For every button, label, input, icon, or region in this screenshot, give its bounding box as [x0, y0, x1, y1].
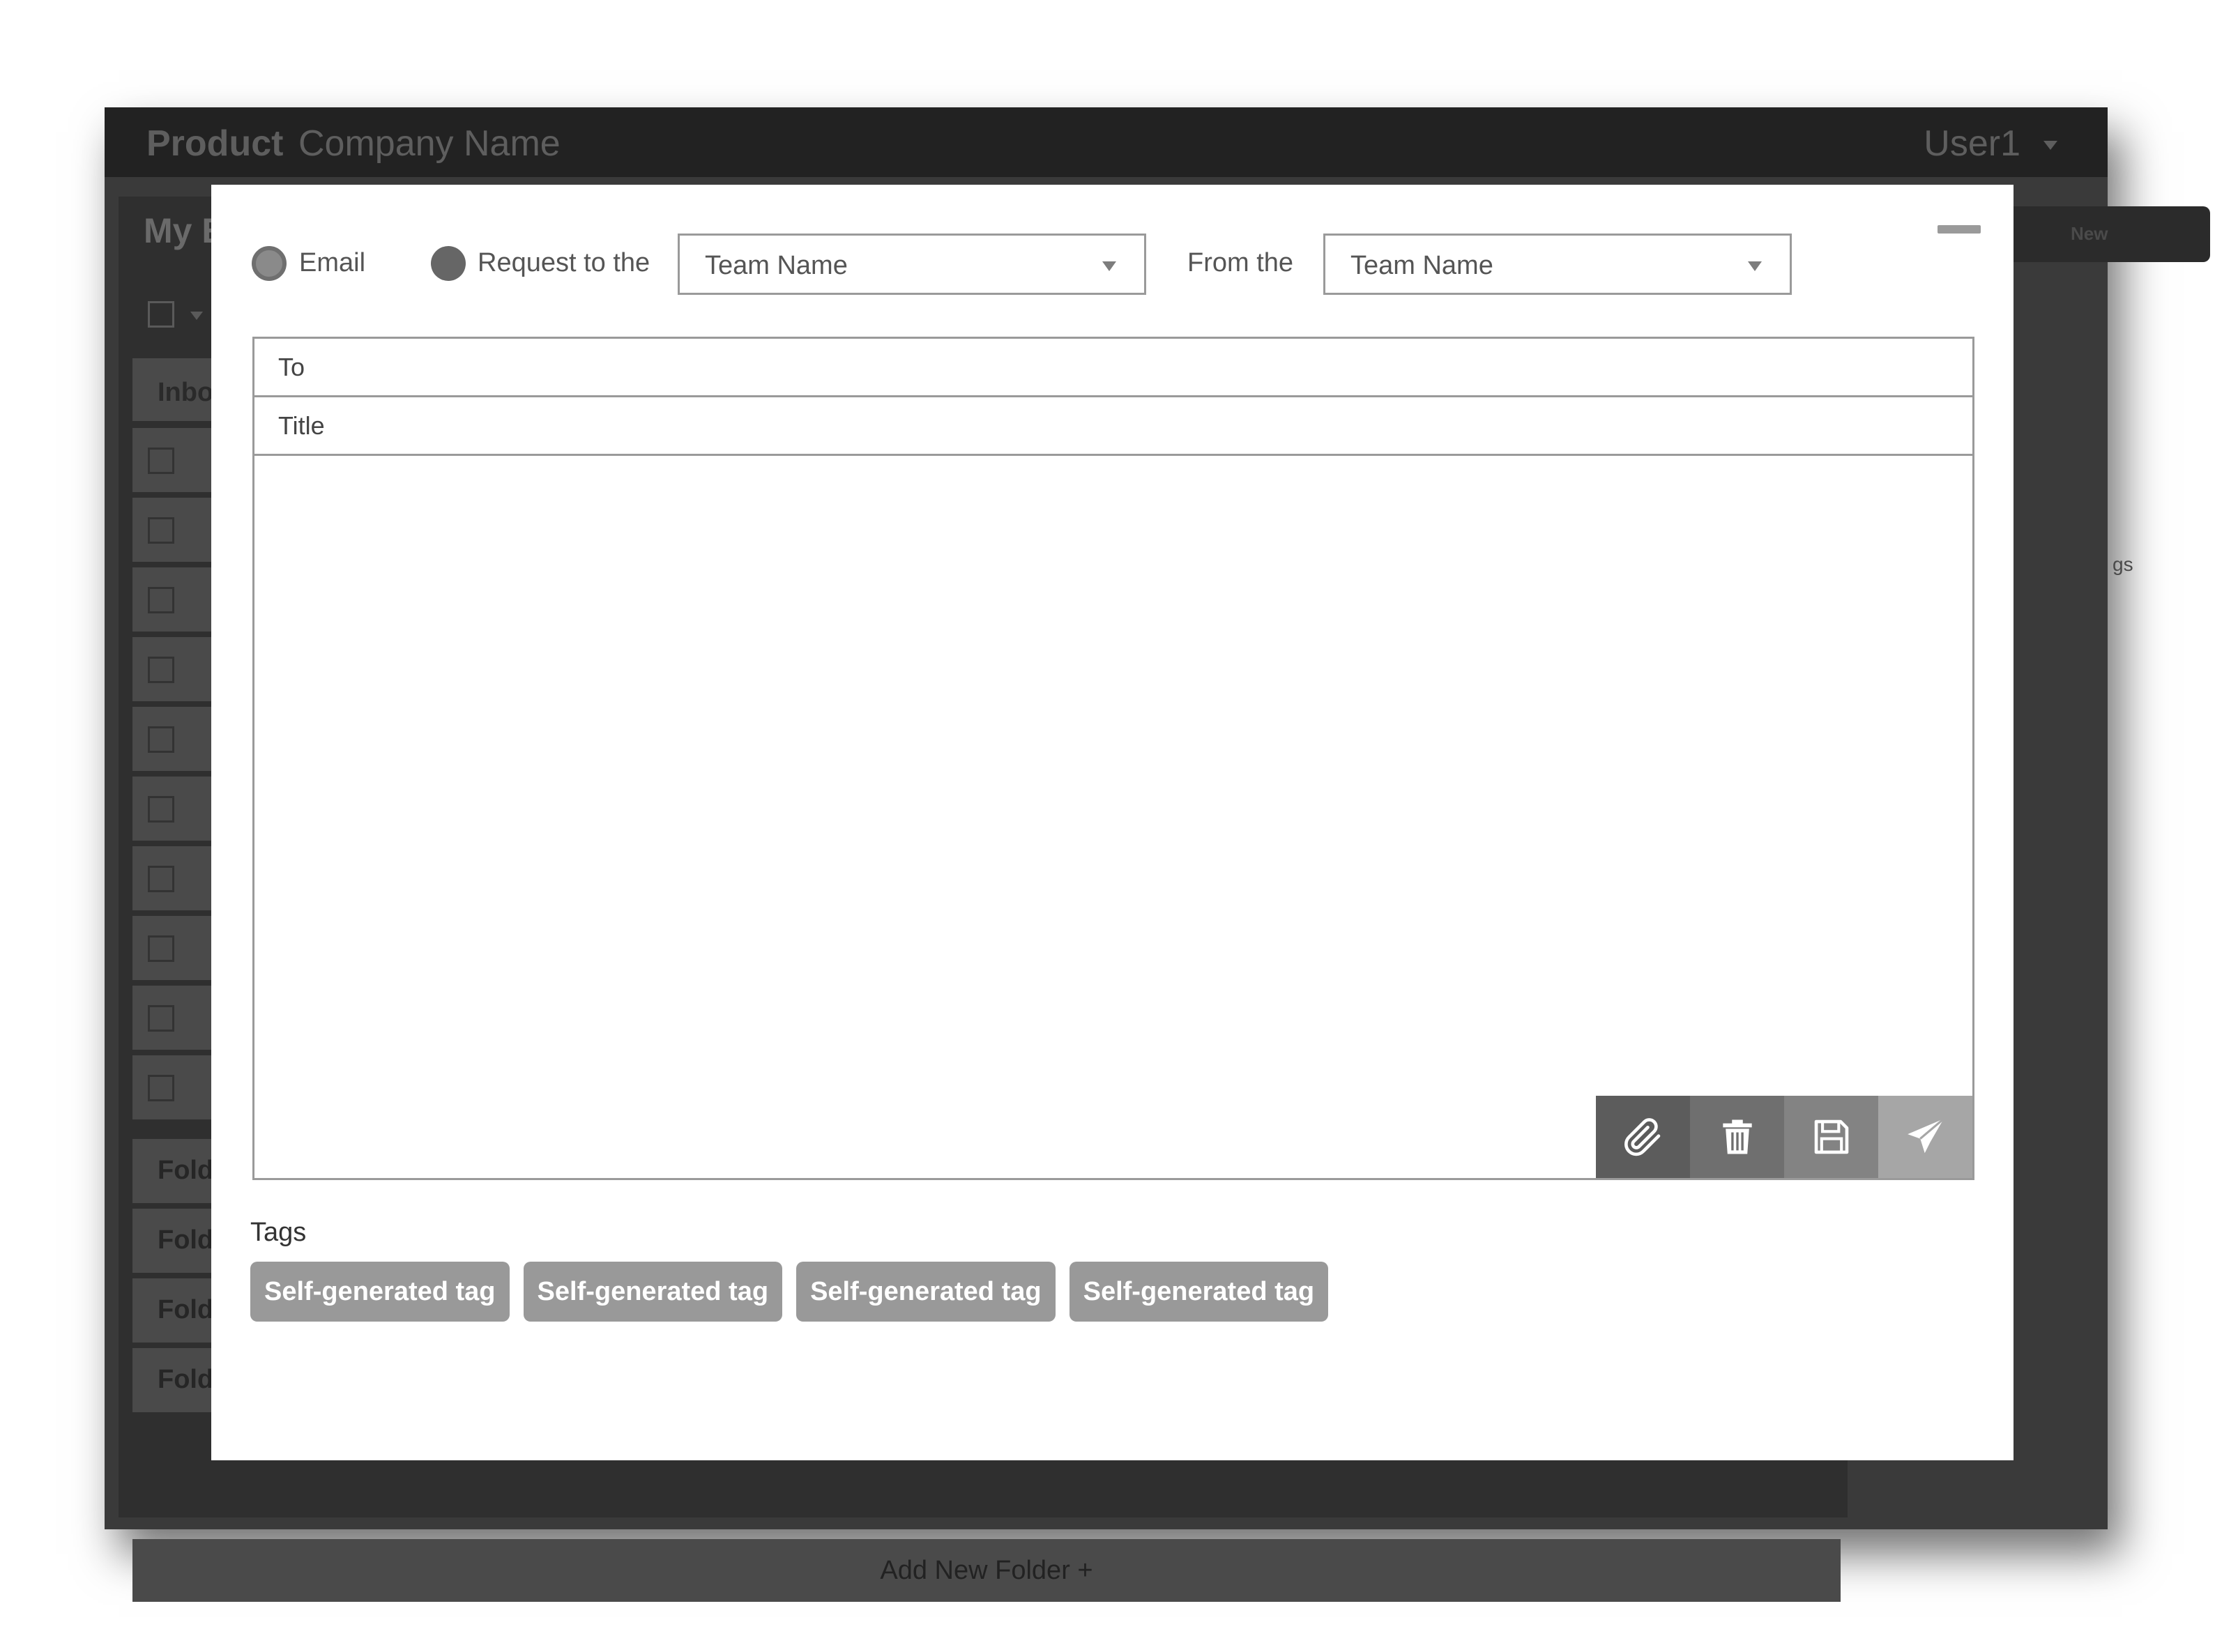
to-field[interactable]: [254, 339, 1972, 395]
title-row: [254, 397, 1972, 456]
request-radio[interactable]: [431, 246, 466, 281]
row-checkbox[interactable]: [148, 587, 174, 613]
chevron-down-icon: [1748, 261, 1762, 271]
floppy-disk-icon: [1814, 1119, 1848, 1154]
chevron-down-icon: [1102, 261, 1116, 271]
row-checkbox[interactable]: [148, 448, 174, 474]
tag-chip[interactable]: Self-generated tag: [250, 1262, 510, 1322]
row-checkbox[interactable]: [148, 866, 174, 892]
request-team-select[interactable]: Team Name: [678, 234, 1146, 295]
send-button[interactable]: [1878, 1096, 1972, 1178]
message-body[interactable]: [254, 456, 1972, 1178]
row-checkbox[interactable]: [148, 517, 174, 544]
title-field[interactable]: [254, 397, 1972, 454]
chevron-down-icon[interactable]: [2043, 141, 2057, 150]
email-radio[interactable]: [252, 246, 287, 281]
chevron-down-icon[interactable]: [190, 312, 203, 320]
tags-label: Tags: [250, 1218, 307, 1247]
row-checkbox[interactable]: [148, 1075, 174, 1101]
minimize-button[interactable]: [1938, 225, 1981, 234]
product-name: Product: [146, 123, 284, 164]
save-draft-button[interactable]: [1784, 1096, 1878, 1178]
trash-icon: [1722, 1119, 1752, 1154]
compose-area: [252, 337, 1974, 1180]
request-team-value: Team Name: [705, 251, 848, 280]
row-checkbox[interactable]: [148, 657, 174, 683]
row-checkbox[interactable]: [148, 726, 174, 753]
row-checkbox[interactable]: [148, 1005, 174, 1032]
add-new-folder-button[interactable]: Add New Folder +: [132, 1539, 1841, 1602]
compose-dialog: Email Request to the Team Name From the …: [211, 185, 2014, 1460]
tags-list: Self-generated tag Self-generated tag Se…: [250, 1262, 1329, 1322]
new-button[interactable]: New: [1987, 206, 2210, 262]
tag-chip[interactable]: Self-generated tag: [523, 1262, 783, 1322]
compose-toolbar: [1596, 1096, 1972, 1178]
row-checkbox[interactable]: [148, 935, 174, 962]
delete-button[interactable]: [1690, 1096, 1784, 1178]
request-radio-label: Request to the: [478, 248, 650, 277]
to-row: [254, 339, 1972, 397]
email-radio-label: Email: [299, 248, 366, 277]
select-all-checkbox[interactable]: [148, 301, 174, 328]
paperclip-icon: [1624, 1118, 1660, 1156]
tag-chip[interactable]: Self-generated tag: [1069, 1262, 1329, 1322]
tags-heading: gs: [2113, 553, 2133, 575]
from-label: From the: [1187, 248, 1294, 277]
app-header: Product Company Name User1: [105, 107, 2108, 177]
user-menu[interactable]: User1: [1924, 123, 2020, 165]
paper-plane-icon: [1907, 1117, 1944, 1154]
from-team-value: Team Name: [1350, 251, 1493, 280]
row-checkbox[interactable]: [148, 796, 174, 823]
attach-button[interactable]: [1596, 1096, 1690, 1178]
company-name: Company Name: [298, 123, 561, 164]
tag-chip[interactable]: Self-generated tag: [796, 1262, 1056, 1322]
from-team-select[interactable]: Team Name: [1323, 234, 1792, 295]
